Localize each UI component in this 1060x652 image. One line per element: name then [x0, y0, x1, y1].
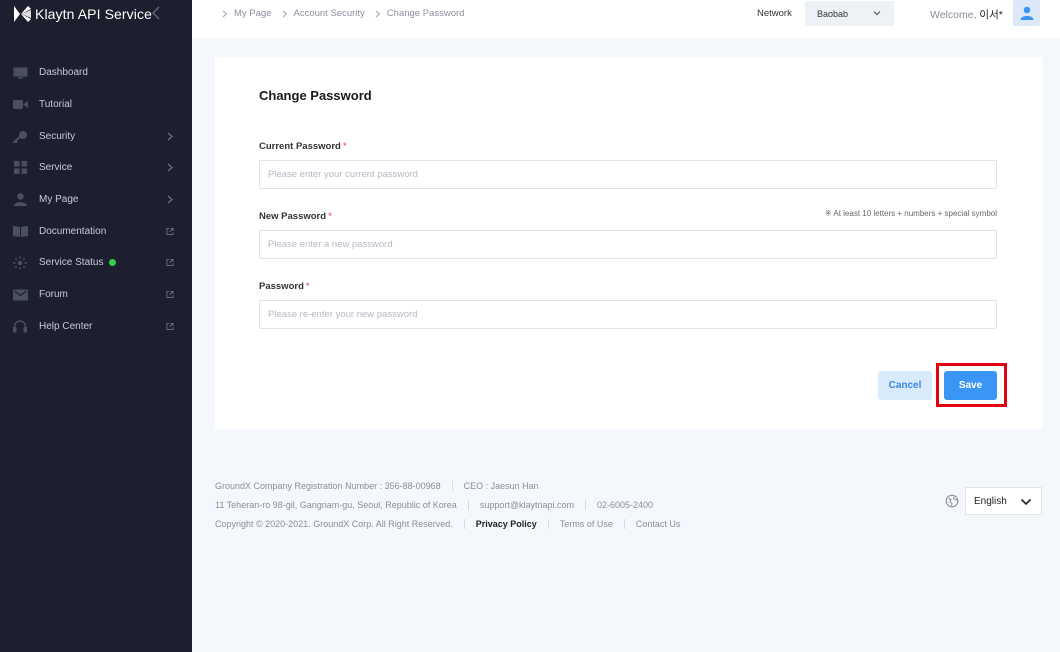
current-password-label: Current Password *: [259, 141, 347, 152]
sidebar-item-service[interactable]: Service: [0, 152, 192, 184]
copyright: Copyright © 2020-2021. GroundX Corp. All…: [215, 518, 453, 529]
language-value: English: [974, 495, 1007, 507]
footer-divider: [585, 499, 587, 510]
chevron-right-icon: [166, 195, 174, 205]
new-password-label: New Password *: [259, 211, 332, 222]
footer-line: GroundX Company Registration Number : 35…: [215, 476, 680, 495]
welcome-user: 이서*: [979, 9, 1003, 21]
footer-divider: [467, 499, 469, 510]
sidebar-item-forum[interactable]: Forum: [0, 279, 192, 311]
top-header: My Page Account Security Change Password…: [192, 0, 1060, 38]
klaytn-logo-icon: [14, 6, 31, 22]
required-marker: *: [328, 211, 332, 222]
brand-name: Klaytn API Service: [35, 6, 152, 22]
contact-us-link[interactable]: Contact Us: [636, 519, 681, 529]
terms-of-use-link[interactable]: Terms of Use: [560, 519, 613, 529]
welcome-message: Welcome, 이서*: [930, 7, 1003, 22]
chevron-right-icon: [166, 163, 174, 173]
collapse-sidebar-icon[interactable]: [150, 5, 164, 21]
chevron-down-icon: [873, 11, 881, 16]
sidebar-item-dashboard[interactable]: Dashboard: [0, 57, 192, 89]
page-title: Change Password: [259, 88, 372, 103]
status-icon: [12, 256, 28, 270]
sidebar-item-tutorial[interactable]: Tutorial: [0, 89, 192, 121]
footer-line: 11 Teheran-ro 98-gil, Gangnam-gu, Seoul,…: [215, 495, 680, 514]
save-button[interactable]: Save: [944, 371, 997, 400]
user-icon: [1020, 6, 1033, 20]
chevron-right-icon: [166, 131, 174, 141]
confirm-password-input[interactable]: [259, 300, 997, 329]
sidebar-nav: Dashboard Tutorial Security Service My P…: [0, 57, 192, 342]
video-icon: [12, 98, 28, 112]
external-link-icon: [166, 290, 174, 300]
network-value: Baobab: [817, 8, 849, 19]
monitor-icon: [12, 66, 28, 80]
network-label: Network: [757, 8, 792, 19]
footer-divider: [451, 480, 453, 491]
breadcrumb-change-password: Change Password: [386, 8, 465, 19]
sidebar-item-label: Tutorial: [39, 99, 72, 111]
sidebar-item-label: Forum: [39, 289, 68, 301]
sidebar-item-label: My Page: [39, 194, 79, 206]
network-select[interactable]: Baobab: [805, 1, 894, 26]
sidebar-item-label: Service: [39, 162, 73, 174]
sidebar-item-label: Dashboard: [39, 67, 88, 79]
chevron-down-icon: [1020, 498, 1032, 506]
confirm-password-label-text: Password: [259, 281, 304, 292]
sidebar-item-service-status[interactable]: Service Status: [0, 247, 192, 279]
current-password-input[interactable]: [259, 160, 997, 189]
required-marker: *: [342, 141, 347, 152]
company-address: 11 Teheran-ro 98-gil, Gangnam-gu, Seoul,…: [215, 499, 457, 510]
key-icon: [12, 129, 28, 143]
grid-icon: [12, 161, 28, 175]
headset-icon: [12, 319, 28, 333]
user-icon: [12, 193, 28, 207]
book-icon: [12, 224, 28, 238]
avatar[interactable]: [1013, 0, 1040, 26]
globe-icon: [945, 494, 959, 508]
new-password-label-text: New Password: [259, 211, 327, 222]
sidebar-item-label: Service Status: [39, 257, 104, 269]
new-password-input[interactable]: [259, 230, 997, 259]
privacy-policy-link[interactable]: Privacy Policy: [476, 519, 537, 529]
confirm-password-label: Password *: [259, 281, 310, 292]
sidebar: Klaytn API Service Dashboard Tutorial Se…: [0, 0, 192, 652]
sidebar-item-label: Help Center: [39, 320, 93, 332]
cancel-button[interactable]: Cancel: [878, 371, 932, 400]
support-email[interactable]: support@klaytnapi.com: [480, 500, 574, 510]
chevron-right-icon: [280, 9, 290, 19]
chevron-right-icon: [220, 9, 230, 19]
sidebar-item-label: Documentation: [39, 225, 107, 237]
sidebar-item-help-center[interactable]: Help Center: [0, 311, 192, 343]
sidebar-item-documentation[interactable]: Documentation: [0, 215, 192, 247]
breadcrumb: My Page Account Security Change Password: [220, 8, 472, 19]
chevron-right-icon: [373, 9, 383, 19]
password-rule-hint: ※ At least 10 letters + numbers + specia…: [824, 209, 997, 218]
footer: GroundX Company Registration Number : 35…: [215, 476, 680, 533]
ceo-name: CEO : Jaesun Han: [463, 480, 539, 491]
breadcrumb-account-security[interactable]: Account Security: [294, 8, 365, 19]
external-link-icon: [166, 258, 174, 268]
sidebar-item-my-page[interactable]: My Page: [0, 184, 192, 216]
current-password-label-text: Current Password: [259, 141, 341, 152]
brand[interactable]: Klaytn API Service: [12, 5, 152, 23]
footer-divider: [623, 518, 625, 529]
external-link-icon: [166, 226, 174, 236]
footer-line: Copyright © 2020-2021. GroundX Corp. All…: [215, 514, 680, 533]
support-phone: 02-6005-2400: [597, 499, 654, 510]
company-registration: GroundX Company Registration Number : 35…: [215, 480, 441, 491]
breadcrumb-my-page[interactable]: My Page: [234, 8, 272, 19]
language-select[interactable]: English: [965, 487, 1042, 515]
status-ok-indicator: [109, 259, 117, 267]
footer-divider: [463, 518, 465, 529]
footer-divider: [547, 518, 549, 529]
required-marker: *: [305, 281, 310, 292]
mail-icon: [12, 288, 28, 302]
sidebar-item-security[interactable]: Security: [0, 120, 192, 152]
change-password-card: Change Password Current Password * New Pa…: [215, 57, 1042, 429]
sidebar-item-label: Security: [39, 130, 76, 142]
welcome-prefix: Welcome,: [930, 9, 977, 21]
external-link-icon: [166, 321, 174, 331]
